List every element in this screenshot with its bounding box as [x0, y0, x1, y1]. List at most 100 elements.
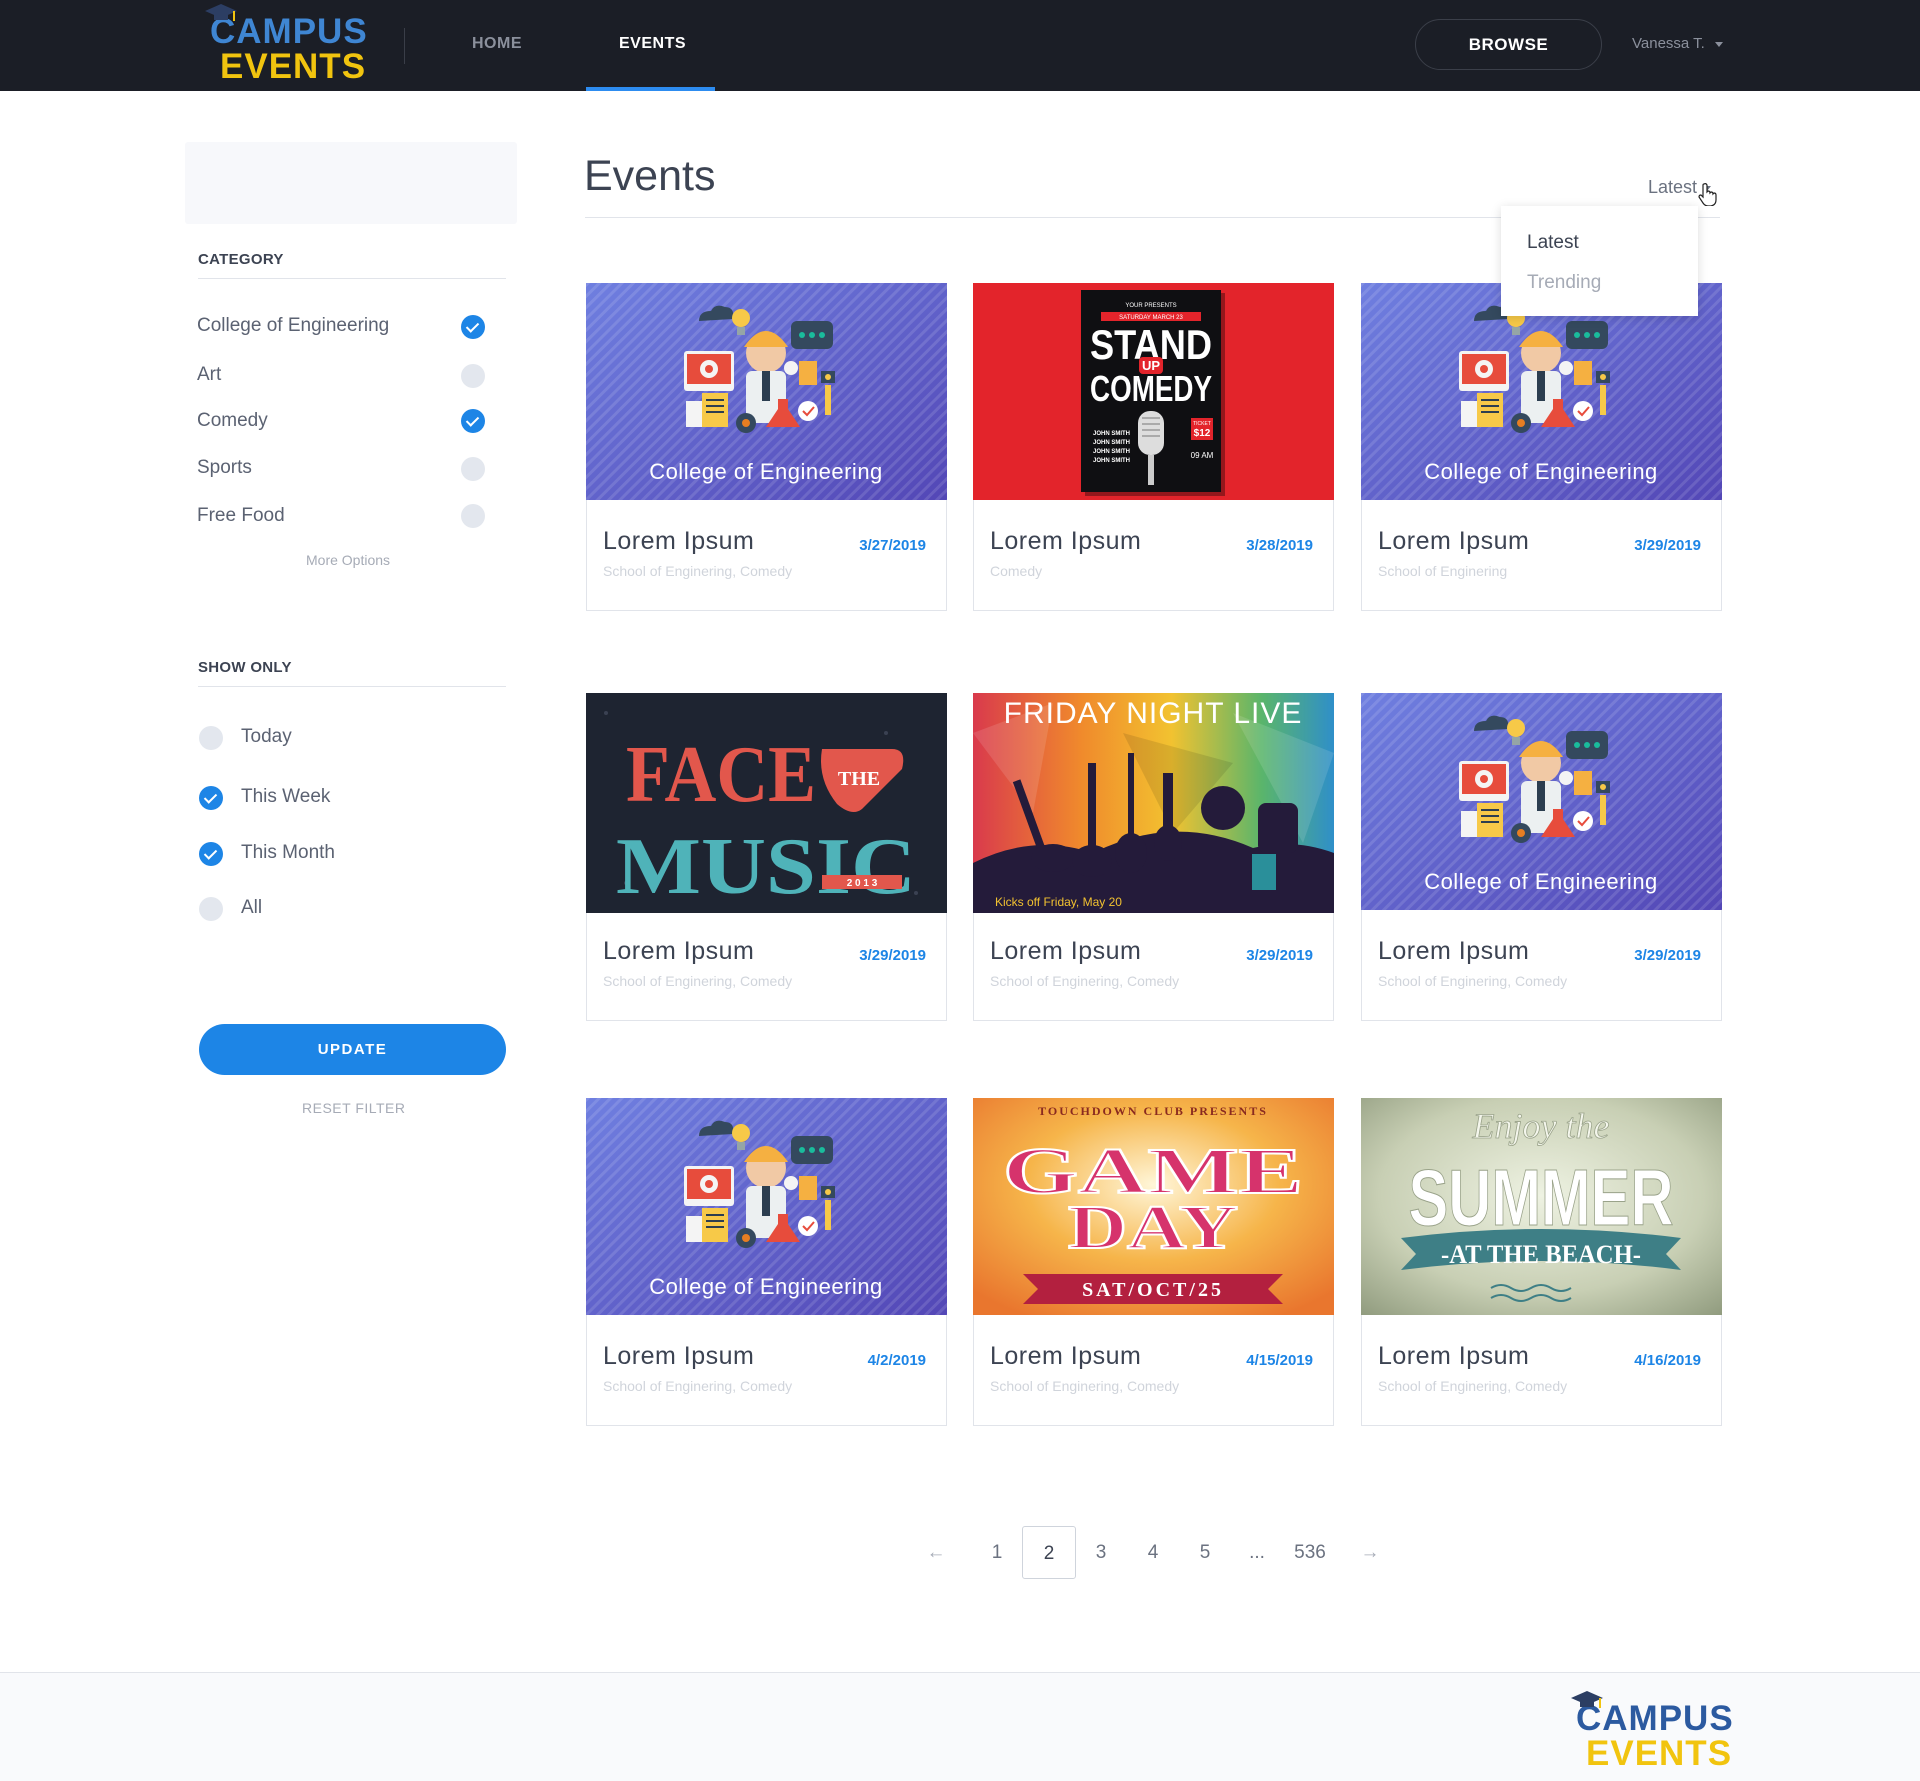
event-card[interactable]: College of Engineering Lorem Ipsum 3/29/…: [1361, 283, 1722, 611]
footer-logo[interactable]: CAMPUS EVENTS: [1571, 1691, 1734, 1773]
hand-cursor-icon: [1698, 183, 1717, 206]
pagination-page-3[interactable]: 3: [1077, 1526, 1125, 1579]
event-card[interactable]: YOUR PRESENTS SATURDAY MARCH 23 STAND UP…: [973, 283, 1334, 611]
image-caption: College of Engineering: [649, 1274, 883, 1299]
poster-time: 09 AM: [1191, 451, 1214, 460]
campus-events-logo[interactable]: CAMPUS EVENTS: [205, 4, 368, 86]
update-button[interactable]: UPDATE: [199, 1024, 506, 1075]
sort-option-trending[interactable]: Trending: [1527, 272, 1601, 294]
event-tags: School of Enginering: [1378, 563, 1508, 579]
sidebar-search-box[interactable]: [185, 142, 517, 224]
pagination-page-last[interactable]: 536: [1283, 1526, 1337, 1579]
show-only-label-today[interactable]: Today: [241, 726, 292, 748]
poster-fnl-title: FRIDAY NIGHT LIVE: [1004, 697, 1303, 730]
event-image-engineering: College of Engineering: [586, 283, 947, 500]
user-menu[interactable]: Vanessa T.: [1632, 35, 1723, 52]
event-card[interactable]: College of Engineering Lorem Ipsum 4/2/2…: [586, 1098, 947, 1426]
event-title: Lorem Ipsum: [990, 937, 1142, 965]
event-title: Lorem Ipsum: [1378, 527, 1530, 555]
event-title: Lorem Ipsum: [1378, 1342, 1530, 1370]
category-divider: [198, 278, 506, 279]
pagination-page-5[interactable]: 5: [1181, 1526, 1229, 1579]
event-card[interactable]: FRIDAY NIGHT LIVE Kicks off Friday, May …: [973, 693, 1334, 1021]
poster-face: FACE: [626, 731, 816, 819]
show-only-label-this-month[interactable]: This Month: [241, 842, 335, 864]
event-date: 3/29/2019: [1246, 947, 1313, 964]
event-image-face-the-music: FACE THE MUSIC 2 0 1 3: [586, 693, 947, 913]
event-title: Lorem Ipsum: [990, 527, 1142, 555]
poster-names: JOHN SMITH: [1093, 431, 1130, 437]
nav-events[interactable]: EVENTS: [619, 35, 686, 53]
event-date: 4/15/2019: [1246, 1352, 1313, 1369]
category-label-comedy[interactable]: Comedy: [197, 410, 268, 432]
category-toggle-sports[interactable]: [461, 457, 485, 481]
event-card[interactable]: Enjoy the SUMMER -AT THE BEACH- Lorem Ip…: [1361, 1098, 1722, 1426]
summer-beach-poster: Enjoy the SUMMER -AT THE BEACH-: [1361, 1098, 1722, 1315]
chevron-down-icon: [1714, 41, 1723, 47]
event-date: 3/28/2019: [1246, 537, 1313, 554]
poster-year: 2 0 1 3: [847, 878, 878, 889]
page-title: Events: [584, 152, 716, 200]
poster-presents: YOUR PRESENTS: [1125, 303, 1176, 309]
logo-text-events: EVENTS: [220, 47, 367, 86]
event-image-friday-night-live: FRIDAY NIGHT LIVE Kicks off Friday, May …: [973, 693, 1334, 913]
event-date: 4/2/2019: [867, 1352, 926, 1369]
college-of-engineering-banner: College of Engineering: [1361, 693, 1722, 910]
pagination-page-4[interactable]: 4: [1129, 1526, 1177, 1579]
event-tags: School of Enginering, Comedy: [603, 973, 793, 989]
pagination-next-arrow[interactable]: →: [1346, 1526, 1394, 1579]
poster-comedy: COMEDY: [1090, 368, 1212, 409]
category-toggle-comedy[interactable]: [461, 409, 485, 433]
category-label-sports[interactable]: Sports: [197, 457, 252, 479]
pagination-prev-arrow[interactable]: ←: [912, 1526, 960, 1579]
event-card[interactable]: College of Engineering Lorem Ipsum 3/29/…: [1361, 693, 1722, 1021]
event-card[interactable]: College of Engineering Lorem Ipsum 3/27/…: [586, 283, 947, 611]
category-toggle-free-food[interactable]: [461, 504, 485, 528]
category-toggle-art[interactable]: [461, 364, 485, 388]
poster-game-top: TOUCHDOWN CLUB PRESENTS: [1038, 1104, 1268, 1118]
poster-price: $12: [1194, 428, 1211, 439]
image-caption: College of Engineering: [1424, 459, 1658, 484]
event-tags: School of Enginering, Comedy: [990, 973, 1180, 989]
show-only-heading: SHOW ONLY: [198, 659, 292, 676]
browse-button[interactable]: BROWSE: [1415, 19, 1602, 70]
event-card[interactable]: TOUCHDOWN CLUB PRESENTS GAME DAY SAT/OCT…: [973, 1098, 1334, 1426]
show-only-label-all[interactable]: All: [241, 897, 262, 919]
event-tags: School of Enginering, Comedy: [603, 563, 793, 579]
category-label-art[interactable]: Art: [197, 364, 221, 386]
event-image-summer-beach: Enjoy the SUMMER -AT THE BEACH-: [1361, 1098, 1722, 1315]
event-date: 3/27/2019: [859, 537, 926, 554]
footer: CAMPUS EVENTS: [0, 1672, 1920, 1781]
show-only-toggle-today[interactable]: [199, 726, 223, 750]
category-label-free-food[interactable]: Free Food: [197, 505, 285, 527]
footer-logo-text-events: EVENTS: [1586, 1734, 1733, 1773]
show-only-toggle-this-week[interactable]: [199, 786, 223, 810]
game-day-poster: TOUCHDOWN CLUB PRESENTS GAME DAY SAT/OCT…: [973, 1098, 1334, 1315]
show-only-label-this-week[interactable]: This Week: [241, 786, 330, 808]
more-options-link[interactable]: More Options: [306, 552, 390, 568]
sort-dropdown-menu: Latest Trending: [1501, 206, 1698, 316]
poster-names: JOHN SMITH: [1093, 458, 1130, 464]
poster-enjoy: Enjoy the: [1472, 1106, 1610, 1146]
event-card[interactable]: FACE THE MUSIC 2 0 1 3 Lorem Ipsum 3/29/…: [586, 693, 947, 1021]
poster-names: JOHN SMITH: [1093, 449, 1130, 455]
pagination-page-2[interactable]: 2: [1022, 1526, 1076, 1579]
pagination-page-1[interactable]: 1: [973, 1526, 1021, 1579]
event-tags: Comedy: [990, 563, 1043, 579]
category-heading: CATEGORY: [198, 251, 284, 268]
event-date: 3/29/2019: [859, 947, 926, 964]
sort-option-latest[interactable]: Latest: [1527, 232, 1579, 254]
college-of-engineering-banner: College of Engineering: [586, 1098, 947, 1315]
event-title: Lorem Ipsum: [603, 527, 755, 555]
standup-comedy-poster: YOUR PRESENTS SATURDAY MARCH 23 STAND UP…: [973, 283, 1334, 500]
show-only-toggle-all[interactable]: [199, 897, 223, 921]
event-image-engineering: College of Engineering: [1361, 693, 1722, 910]
reset-filter-link[interactable]: RESET FILTER: [302, 1100, 406, 1116]
category-label-engineering[interactable]: College of Engineering: [197, 315, 389, 337]
show-only-toggle-this-month[interactable]: [199, 842, 223, 866]
poster-names: JOHN SMITH: [1093, 440, 1130, 446]
poster-summer: SUMMER: [1409, 1153, 1674, 1242]
category-toggle-engineering[interactable]: [461, 315, 485, 339]
nav-home[interactable]: HOME: [472, 35, 522, 53]
poster-music: MUSIC: [616, 823, 916, 911]
